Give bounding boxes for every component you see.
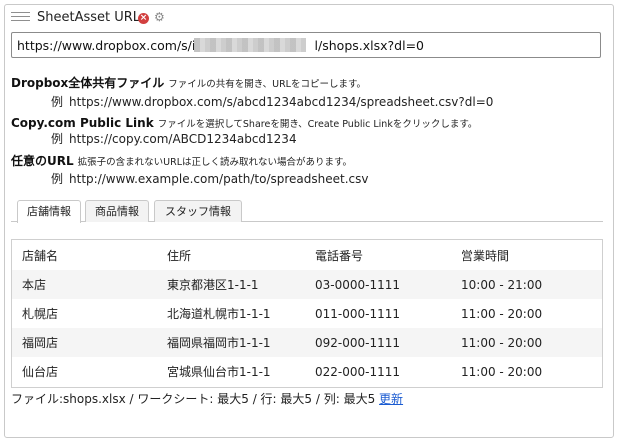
example-copy: 例 https://copy.com/ABCD1234abcd1234 — [51, 130, 297, 147]
table-cell: 本店 — [12, 270, 157, 299]
help-description: ファイルの共有を開き、URLをコピーします。 — [168, 79, 367, 90]
help-title: Copy.com Public Link — [11, 116, 154, 130]
table-cell: 北海道札幌市1-1-1 — [167, 307, 271, 321]
gear-icon[interactable]: ⚙ — [154, 10, 165, 24]
help-title: Dropbox全体共有ファイル — [11, 76, 165, 90]
help-description: ファイルを選択してShareを開き、Create Public Linkをクリッ… — [157, 119, 478, 130]
footer-status: ファイル:shops.xlsx / ワークシート: 最大5 / 行: 最大5 /… — [11, 390, 403, 407]
column-header: 電話番号 — [315, 248, 364, 263]
example-url: https://copy.com/ABCD1234abcd1234 — [69, 132, 297, 146]
drag-handle-icon[interactable] — [11, 12, 30, 25]
sheet-info-text: ファイル:shops.xlsx / ワークシート: 最大5 / 行: 最大5 /… — [11, 392, 376, 406]
example-url: http://www.example.com/path/to/spreadshe… — [69, 172, 369, 186]
tab-product-info[interactable]: 商品情報 — [85, 200, 149, 222]
table-row: 福岡店 福岡県福岡市1-1-1 092-000-1111 11:00 - 20:… — [12, 328, 602, 357]
url-input[interactable] — [11, 32, 601, 58]
help-copy: Copy.com Public Link ファイルを選択してShareを開き、Cr… — [11, 112, 477, 131]
example-dropbox: 例 https://www.dropbox.com/s/abcd1234abcd1… — [51, 93, 493, 110]
refresh-link[interactable]: 更新 — [379, 392, 403, 406]
data-table: 店舗名 住所 電話番号 営業時間 本店 東京都港区1-1-1 03-0000-1… — [11, 239, 603, 388]
table-row: 札幌店 北海道札幌市1-1-1 011-000-1111 11:00 - 20:… — [12, 299, 602, 328]
table-cell: 10:00 - 21:00 — [451, 270, 602, 299]
help-title: 任意のURL — [11, 154, 74, 168]
masked-url-segment — [194, 38, 306, 52]
table-cell: 11:00 - 20:00 — [451, 328, 602, 357]
tab-bar: 店舗情報 商品情報 スタッフ情報 — [11, 200, 603, 223]
table-cell: 宮城県仙台市1-1-1 — [167, 365, 271, 379]
tab-shop-info[interactable]: 店舗情報 — [17, 200, 81, 223]
example-prefix: 例 — [51, 132, 64, 146]
table-cell: 仙台店 — [22, 365, 59, 379]
tab-staff-info[interactable]: スタッフ情報 — [154, 200, 242, 222]
example-url: https://www.dropbox.com/s/abcd1234abcd12… — [69, 95, 494, 109]
help-description: 拡張子の含まれないURLは正しく読み取れない場合があります。 — [77, 157, 353, 168]
table-row: 仙台店 宮城県仙台市1-1-1 022-000-1111 11:00 - 20:… — [12, 357, 602, 386]
example-prefix: 例 — [51, 172, 64, 186]
table-cell: 11:00 - 20:00 — [461, 306, 543, 321]
table-cell: 03-0000-1111 — [305, 270, 451, 299]
column-header: 店舗名 — [22, 248, 59, 263]
table-cell: 022-000-1111 — [315, 364, 401, 379]
table-cell: 092-000-1111 — [305, 328, 451, 357]
column-header: 住所 — [167, 248, 192, 263]
table-cell: 福岡県福岡市1-1-1 — [157, 328, 305, 357]
table-cell: 福岡店 — [12, 328, 157, 357]
panel-title: SheetAsset URL — [37, 10, 141, 25]
panel-header: SheetAsset URL × ⚙ — [5, 5, 613, 29]
help-dropbox: Dropbox全体共有ファイル ファイルの共有を開き、URLをコピーします。 — [11, 72, 366, 91]
table-cell: 11:00 - 20:00 — [461, 364, 543, 379]
table-header-row: 店舗名 住所 電話番号 営業時間 — [12, 240, 602, 270]
column-header: 営業時間 — [461, 248, 510, 263]
table-cell: 札幌店 — [22, 307, 59, 321]
example-prefix: 例 — [51, 95, 64, 109]
help-any-url: 任意のURL 拡張子の含まれないURLは正しく読み取れない場合があります。 — [11, 150, 352, 169]
example-any-url: 例 http://www.example.com/path/to/spreadsh… — [51, 170, 368, 187]
close-icon[interactable]: × — [138, 13, 149, 24]
table-cell: 東京都港区1-1-1 — [157, 270, 305, 299]
table-cell: 011-000-1111 — [315, 306, 401, 321]
table-row: 本店 東京都港区1-1-1 03-0000-1111 10:00 - 21:00 — [12, 270, 602, 299]
